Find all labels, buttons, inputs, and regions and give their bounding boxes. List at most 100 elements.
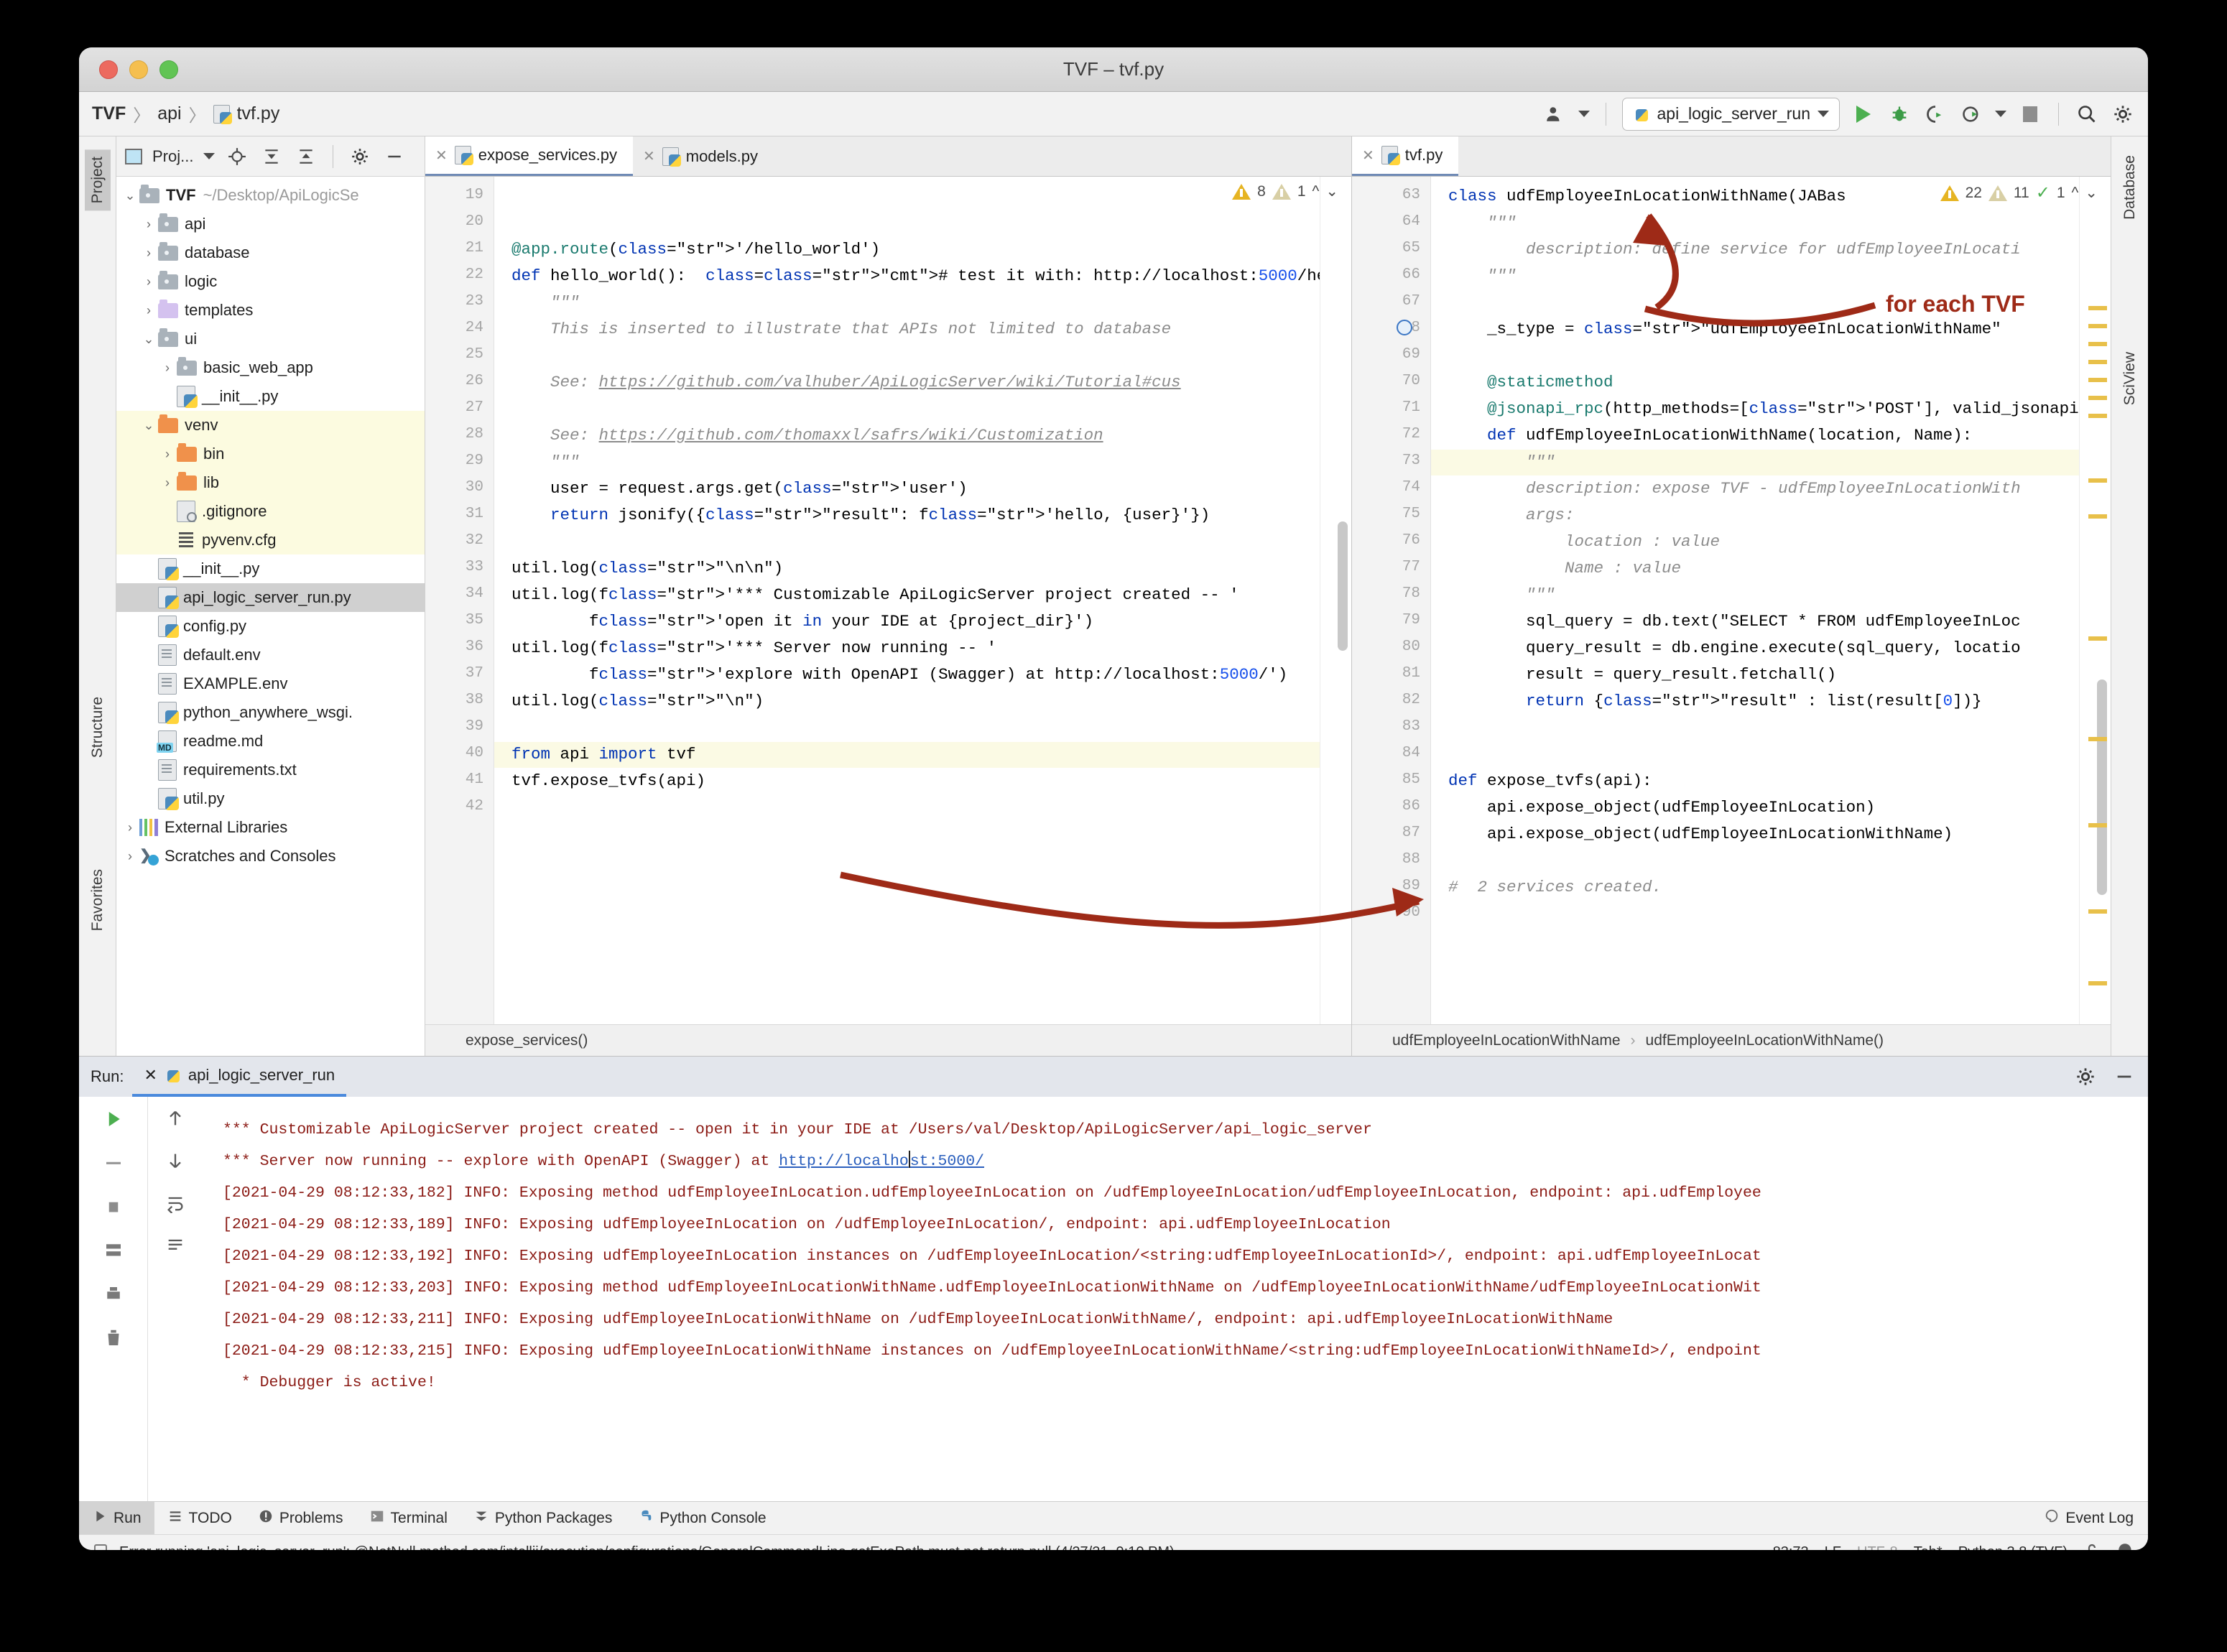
- stripe-mark[interactable]: [2088, 636, 2107, 641]
- next-problem-icon[interactable]: ⌄: [1325, 182, 1338, 200]
- tree-item[interactable]: pyvenv.cfg: [116, 526, 425, 554]
- inspection-widget-right[interactable]: 22 11 ✓ 1 ^ ⌄: [1940, 182, 2098, 203]
- run-configuration-selector[interactable]: api_logic_server_run: [1622, 97, 1840, 131]
- tree-item[interactable]: › logic: [116, 267, 425, 296]
- breadcrumb-file[interactable]: tvf.py: [237, 103, 280, 124]
- scroll-to-end-icon[interactable]: [165, 1235, 185, 1259]
- stripe-mark[interactable]: [2088, 981, 2107, 985]
- coverage-icon[interactable]: [1923, 102, 1948, 126]
- tree-item[interactable]: › lib: [116, 468, 425, 497]
- tree-item[interactable]: __init__.py: [116, 382, 425, 411]
- collapse-all-icon[interactable]: [294, 144, 318, 169]
- trash-icon[interactable]: [103, 1327, 124, 1352]
- line-separator[interactable]: LF: [1825, 1544, 1841, 1550]
- tree-item[interactable]: MD readme.md: [116, 727, 425, 756]
- chevron-down-icon[interactable]: [203, 153, 216, 159]
- event-log-button[interactable]: Event Log: [2044, 1508, 2148, 1528]
- run-icon[interactable]: [1851, 102, 1876, 126]
- down-arrow-icon[interactable]: [165, 1151, 185, 1174]
- pause-icon[interactable]: [103, 1152, 124, 1177]
- lock-icon[interactable]: [2083, 1541, 2101, 1550]
- stop-icon[interactable]: [103, 1196, 124, 1221]
- stripe-mark[interactable]: [2088, 396, 2107, 400]
- chevron-down-icon[interactable]: [1578, 111, 1591, 117]
- tree-item[interactable]: › api: [116, 210, 425, 238]
- tree-item[interactable]: ⌄ ui: [116, 325, 425, 353]
- chevron-right-icon[interactable]: ›: [121, 849, 139, 864]
- stripe-mark[interactable]: [2088, 306, 2107, 310]
- tree-item[interactable]: default.env: [116, 641, 425, 669]
- breadcrumb-function[interactable]: expose_services(): [466, 1032, 588, 1049]
- user-icon[interactable]: [1542, 102, 1567, 126]
- run-tab[interactable]: ✕ api_logic_server_run: [132, 1057, 347, 1097]
- editor-scrollbar[interactable]: [2097, 679, 2107, 895]
- tool-window-todo[interactable]: TODO: [154, 1502, 245, 1534]
- tree-item[interactable]: › External Libraries: [116, 813, 425, 842]
- stripe-mark[interactable]: [2088, 909, 2107, 914]
- tree-item[interactable]: › Scratches and Consoles: [116, 842, 425, 871]
- editor-tab[interactable]: ✕ expose_services.py: [425, 136, 633, 176]
- chevron-right-icon[interactable]: ›: [158, 475, 177, 491]
- profile-icon[interactable]: [1959, 102, 1983, 126]
- editor-content-left[interactable]: 19 20 21 22 23 24 25 26 27 28 29 30 31 32 33 34 35 36 37 38…: [425, 177, 1351, 1024]
- sidebar-item-sciview[interactable]: SciView: [2121, 352, 2139, 405]
- breakpoint-icon[interactable]: [1397, 320, 1412, 335]
- settings-icon[interactable]: [2111, 102, 2135, 126]
- stripe-mark[interactable]: [2088, 514, 2107, 519]
- sidebar-item-favorites[interactable]: Favorites: [89, 869, 106, 931]
- tree-item[interactable]: › bin: [116, 440, 425, 468]
- stripe-mark[interactable]: [2088, 360, 2107, 364]
- console-output[interactable]: *** Customizable ApiLogicServer project …: [203, 1097, 2148, 1501]
- up-arrow-icon[interactable]: [165, 1108, 185, 1132]
- chevron-down-icon[interactable]: ⌄: [121, 188, 139, 203]
- tree-item[interactable]: › basic_web_app: [116, 353, 425, 382]
- breadcrumb-class[interactable]: udfEmployeeInLocationWithName: [1392, 1032, 1621, 1049]
- stripe-mark[interactable]: [2088, 737, 2107, 741]
- tool-window-python-console[interactable]: Python Console: [625, 1502, 779, 1534]
- close-icon[interactable]: ✕: [435, 147, 448, 164]
- file-encoding[interactable]: UTF-8: [1857, 1544, 1898, 1550]
- stripe-mark[interactable]: [2088, 378, 2107, 382]
- sidebar-item-structure[interactable]: Structure: [89, 697, 106, 758]
- chevron-right-icon[interactable]: ›: [139, 217, 158, 232]
- tool-window-python-packages[interactable]: Python Packages: [460, 1502, 625, 1534]
- chevron-down-icon[interactable]: ⌄: [139, 418, 158, 433]
- prev-problem-icon[interactable]: ^: [1312, 183, 1320, 200]
- stop-icon[interactable]: [2018, 102, 2042, 126]
- tool-window-terminal[interactable]: Terminal: [356, 1502, 460, 1534]
- project-pane-title[interactable]: Proj...: [152, 147, 193, 166]
- python-interpreter[interactable]: Python 3.8 (TVF): [1958, 1544, 2068, 1550]
- tree-item[interactable]: ⌄ TVF ~/Desktop/ApiLogicSe: [116, 181, 425, 210]
- inspection-widget-left[interactable]: 8 1 ^ ⌄: [1232, 182, 1338, 200]
- editor-tabs-left[interactable]: ✕ expose_services.py ✕ models.py: [425, 136, 1351, 177]
- chevron-down-icon[interactable]: ⌄: [139, 332, 158, 347]
- soft-wrap-icon[interactable]: [165, 1193, 185, 1217]
- chevron-right-icon[interactable]: ›: [158, 447, 177, 462]
- close-icon[interactable]: ✕: [643, 147, 655, 165]
- indent-setting[interactable]: Tab*: [1914, 1544, 1943, 1550]
- stripe-mark[interactable]: [2088, 342, 2107, 346]
- prev-problem-icon[interactable]: ^: [2072, 185, 2079, 202]
- stripe-mark[interactable]: [2088, 823, 2107, 827]
- tree-item[interactable]: .gitignore: [116, 497, 425, 526]
- view-breakpoints-icon[interactable]: [103, 1240, 124, 1265]
- caret-position[interactable]: 83:73: [1773, 1544, 1809, 1550]
- search-icon[interactable]: [2075, 102, 2099, 126]
- chevron-down-icon[interactable]: [1995, 111, 2006, 117]
- editor-tabs-right[interactable]: ✕ tvf.py: [1352, 136, 2111, 177]
- chevron-right-icon[interactable]: ›: [139, 303, 158, 318]
- close-icon[interactable]: ✕: [1362, 147, 1374, 164]
- tree-item[interactable]: __init__.py: [116, 554, 425, 583]
- tool-window-run[interactable]: Run: [79, 1502, 154, 1534]
- tree-item[interactable]: api_logic_server_run.py: [116, 583, 425, 612]
- rerun-icon[interactable]: [103, 1108, 124, 1133]
- editor-tab[interactable]: ✕ tvf.py: [1352, 136, 1459, 176]
- tree-item[interactable]: ⌄ venv: [116, 411, 425, 440]
- tree-item[interactable]: requirements.txt: [116, 756, 425, 784]
- tree-item[interactable]: python_anywhere_wsgi.: [116, 698, 425, 727]
- gear-icon[interactable]: [348, 144, 372, 169]
- breadcrumb-project[interactable]: TVF: [92, 103, 126, 124]
- tree-item[interactable]: util.py: [116, 784, 425, 813]
- chevron-right-icon[interactable]: ›: [139, 274, 158, 289]
- tree-item[interactable]: › database: [116, 238, 425, 267]
